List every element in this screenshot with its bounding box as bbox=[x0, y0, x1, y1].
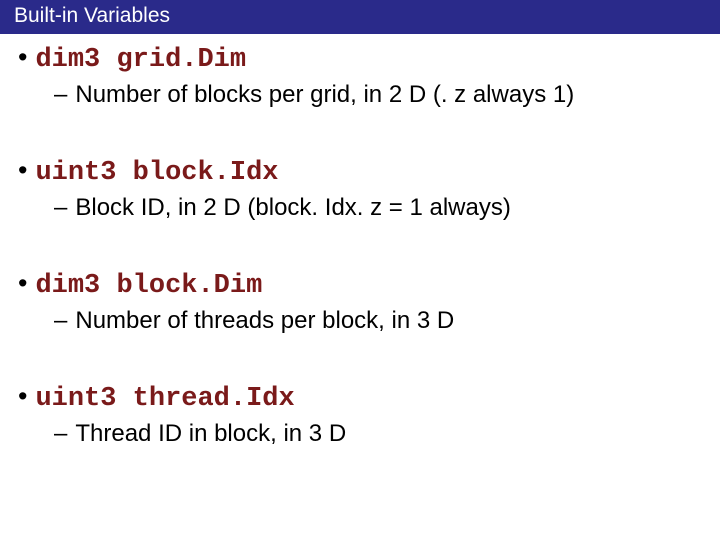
slide-content: • dim3 grid.Dim – Number of blocks per g… bbox=[0, 34, 720, 448]
code-blockidx: uint3 block.Idx bbox=[35, 158, 278, 188]
code-threadidx: uint3 thread.Idx bbox=[35, 384, 294, 414]
dash-icon: – bbox=[54, 307, 67, 335]
bullet-icon: • bbox=[18, 268, 27, 299]
code-blockdim: dim3 block.Dim bbox=[35, 271, 262, 301]
dash-icon: – bbox=[54, 194, 67, 222]
bullet-icon: • bbox=[18, 42, 27, 73]
desc-text: Block ID, in 2 D (block. Idx. z = 1 alwa… bbox=[75, 194, 510, 222]
desc-blockidx: – Block ID, in 2 D (block. Idx. z = 1 al… bbox=[54, 194, 702, 222]
slide-title: Built-in Variables bbox=[0, 0, 720, 34]
desc-threadidx: – Thread ID in block, in 3 D bbox=[54, 420, 702, 448]
desc-blockdim: – Number of threads per block, in 3 D bbox=[54, 307, 702, 335]
desc-text: Thread ID in block, in 3 D bbox=[75, 420, 346, 448]
desc-text: Number of threads per block, in 3 D bbox=[75, 307, 454, 335]
desc-text: Number of blocks per grid, in 2 D (. z a… bbox=[75, 81, 574, 109]
bullet-icon: • bbox=[18, 381, 27, 412]
bullet-griddim: • dim3 grid.Dim bbox=[18, 42, 702, 75]
bullet-blockidx: • uint3 block.Idx bbox=[18, 155, 702, 188]
desc-griddim: – Number of blocks per grid, in 2 D (. z… bbox=[54, 81, 702, 109]
dash-icon: – bbox=[54, 420, 67, 448]
dash-icon: – bbox=[54, 81, 67, 109]
bullet-icon: • bbox=[18, 155, 27, 186]
code-griddim: dim3 grid.Dim bbox=[35, 45, 246, 75]
bullet-threadidx: • uint3 thread.Idx bbox=[18, 381, 702, 414]
slide: Built-in Variables • dim3 grid.Dim – Num… bbox=[0, 0, 720, 540]
bullet-blockdim: • dim3 block.Dim bbox=[18, 268, 702, 301]
